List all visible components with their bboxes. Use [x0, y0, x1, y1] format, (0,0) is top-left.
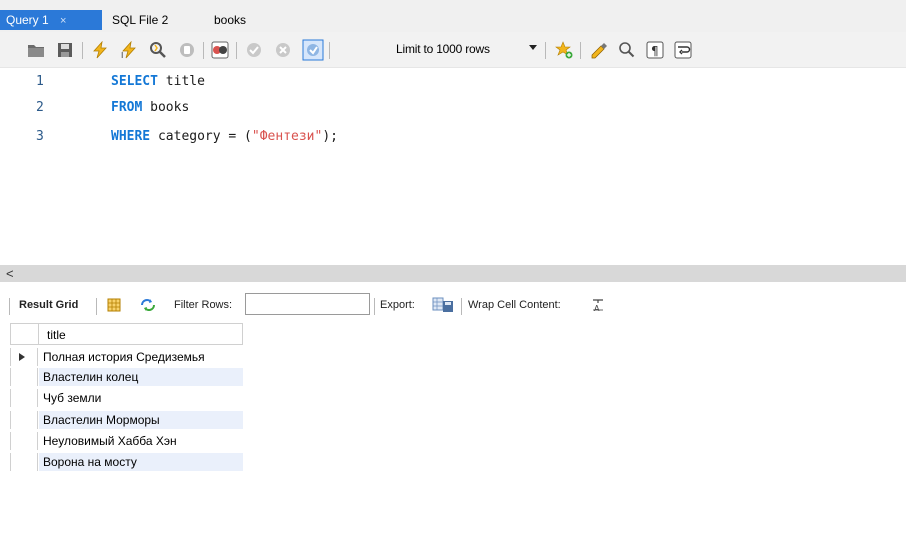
tab-label: SQL File 2	[112, 13, 169, 27]
tab-label: books	[214, 13, 247, 27]
autocommit-icon[interactable]	[302, 39, 324, 61]
table-row[interactable]: Неуловимый Хабба Хэн	[10, 432, 243, 450]
toolbar-separator	[545, 42, 546, 59]
row-header-gutter	[11, 324, 39, 344]
row-selector[interactable]	[10, 368, 38, 386]
rollback-icon[interactable]	[274, 41, 292, 59]
explain-icon[interactable]	[149, 41, 167, 59]
svg-text:¶: ¶	[651, 44, 659, 58]
current-row-icon	[19, 353, 25, 361]
tab-sql-file-2[interactable]: SQL File 2	[106, 10, 174, 30]
grid-layout-icon[interactable]	[107, 298, 121, 312]
beautify-icon[interactable]	[590, 41, 608, 59]
commit-icon[interactable]	[245, 41, 263, 59]
toolbar-separator	[580, 42, 581, 59]
table-row[interactable]: Полная история Средиземья	[10, 348, 243, 366]
svg-text:I: I	[121, 51, 123, 59]
table-cell[interactable]: Ворона на мосту	[39, 453, 243, 471]
sql-string: "Фентези"	[251, 129, 323, 144]
execute-current-icon[interactable]: I	[120, 41, 138, 59]
toolbar-separator	[461, 298, 462, 315]
toolbar-separator	[236, 42, 237, 59]
limit-rows-select[interactable]: Limit to 1000 rows	[396, 42, 490, 56]
wrap-cell-icon[interactable]: A	[592, 299, 604, 311]
row-selector[interactable]	[10, 389, 38, 407]
code-text: WHERE category = ("Фентези");	[111, 128, 338, 146]
bookmark-icon[interactable]	[555, 41, 573, 59]
sql-text: books	[142, 100, 190, 115]
result-grid-button[interactable]: Result Grid	[19, 299, 78, 311]
row-selector[interactable]	[10, 453, 38, 471]
sql-editor[interactable]: 1 SELECT title 2 FROM books 3 WHERE cate…	[0, 69, 906, 265]
filter-rows-label: Filter Rows:	[174, 299, 233, 311]
toolbar-separator	[96, 298, 97, 315]
stop-icon[interactable]	[178, 41, 196, 59]
table-cell[interactable]: Властелин колец	[39, 368, 243, 386]
invisible-chars-icon[interactable]: ¶	[646, 41, 664, 59]
sql-keyword: WHERE	[111, 129, 151, 144]
tab-books[interactable]: books	[208, 10, 252, 30]
close-icon[interactable]: ×	[60, 15, 66, 27]
toolbar-separator	[203, 42, 204, 59]
table-row[interactable]: Властелин колец	[10, 368, 243, 386]
sql-editor-toolbar: I Limit to 1000 rows ¶	[0, 32, 906, 68]
table-cell[interactable]: Властелин Морморы	[39, 411, 243, 429]
table-row[interactable]: Ворона на мосту	[10, 453, 243, 471]
sql-text: );	[322, 129, 338, 144]
toggle-error-icon[interactable]	[211, 41, 229, 59]
horizontal-scrollbar[interactable]: <	[0, 265, 906, 282]
toolbar-separator	[329, 42, 330, 59]
open-folder-icon[interactable]	[27, 41, 45, 59]
sql-keyword: SELECT	[111, 74, 158, 89]
scroll-left-icon[interactable]: <	[6, 266, 14, 281]
code-text: SELECT title	[111, 73, 205, 91]
code-text: FROM books	[111, 99, 189, 117]
grid-header: title	[10, 323, 243, 345]
filter-rows-input[interactable]	[245, 293, 370, 315]
chevron-down-icon[interactable]	[529, 45, 537, 50]
line-number: 1	[36, 74, 44, 89]
save-icon[interactable]	[56, 41, 74, 59]
toolbar-separator	[82, 42, 83, 59]
wrap-cell-content-label: Wrap Cell Content:	[468, 299, 561, 311]
tab-query-1[interactable]: Query 1 ×	[0, 10, 102, 30]
sql-text: title	[157, 74, 205, 89]
find-icon[interactable]	[618, 41, 636, 59]
table-cell[interactable]: Полная история Средиземья	[39, 348, 243, 366]
column-header-title[interactable]: title	[47, 328, 66, 342]
table-cell[interactable]: Чуб земли	[39, 389, 243, 407]
wrap-lines-icon[interactable]	[674, 41, 692, 59]
table-row[interactable]: Властелин Морморы	[10, 411, 243, 429]
sql-keyword: FROM	[111, 100, 143, 115]
line-number: 3	[36, 129, 44, 144]
row-selector[interactable]	[10, 432, 38, 450]
table-row[interactable]: Чуб земли	[10, 389, 243, 407]
row-selector[interactable]	[10, 411, 38, 429]
row-selector[interactable]	[10, 348, 38, 366]
tab-bar: Query 1 × SQL File 2 books	[0, 0, 906, 32]
refresh-icon[interactable]	[140, 298, 156, 312]
export-icon[interactable]	[432, 297, 454, 313]
table-cell[interactable]: Неуловимый Хабба Хэн	[39, 432, 243, 450]
toolbar-separator	[9, 298, 10, 315]
execute-icon[interactable]	[91, 41, 109, 59]
export-label: Export:	[380, 299, 415, 311]
sql-text: category = (	[150, 129, 252, 144]
line-number: 2	[36, 100, 44, 115]
tab-label: Query 1	[6, 13, 49, 27]
result-toolbar: Result Grid Filter Rows: Export: Wrap Ce…	[0, 290, 906, 320]
toolbar-separator	[374, 298, 375, 315]
